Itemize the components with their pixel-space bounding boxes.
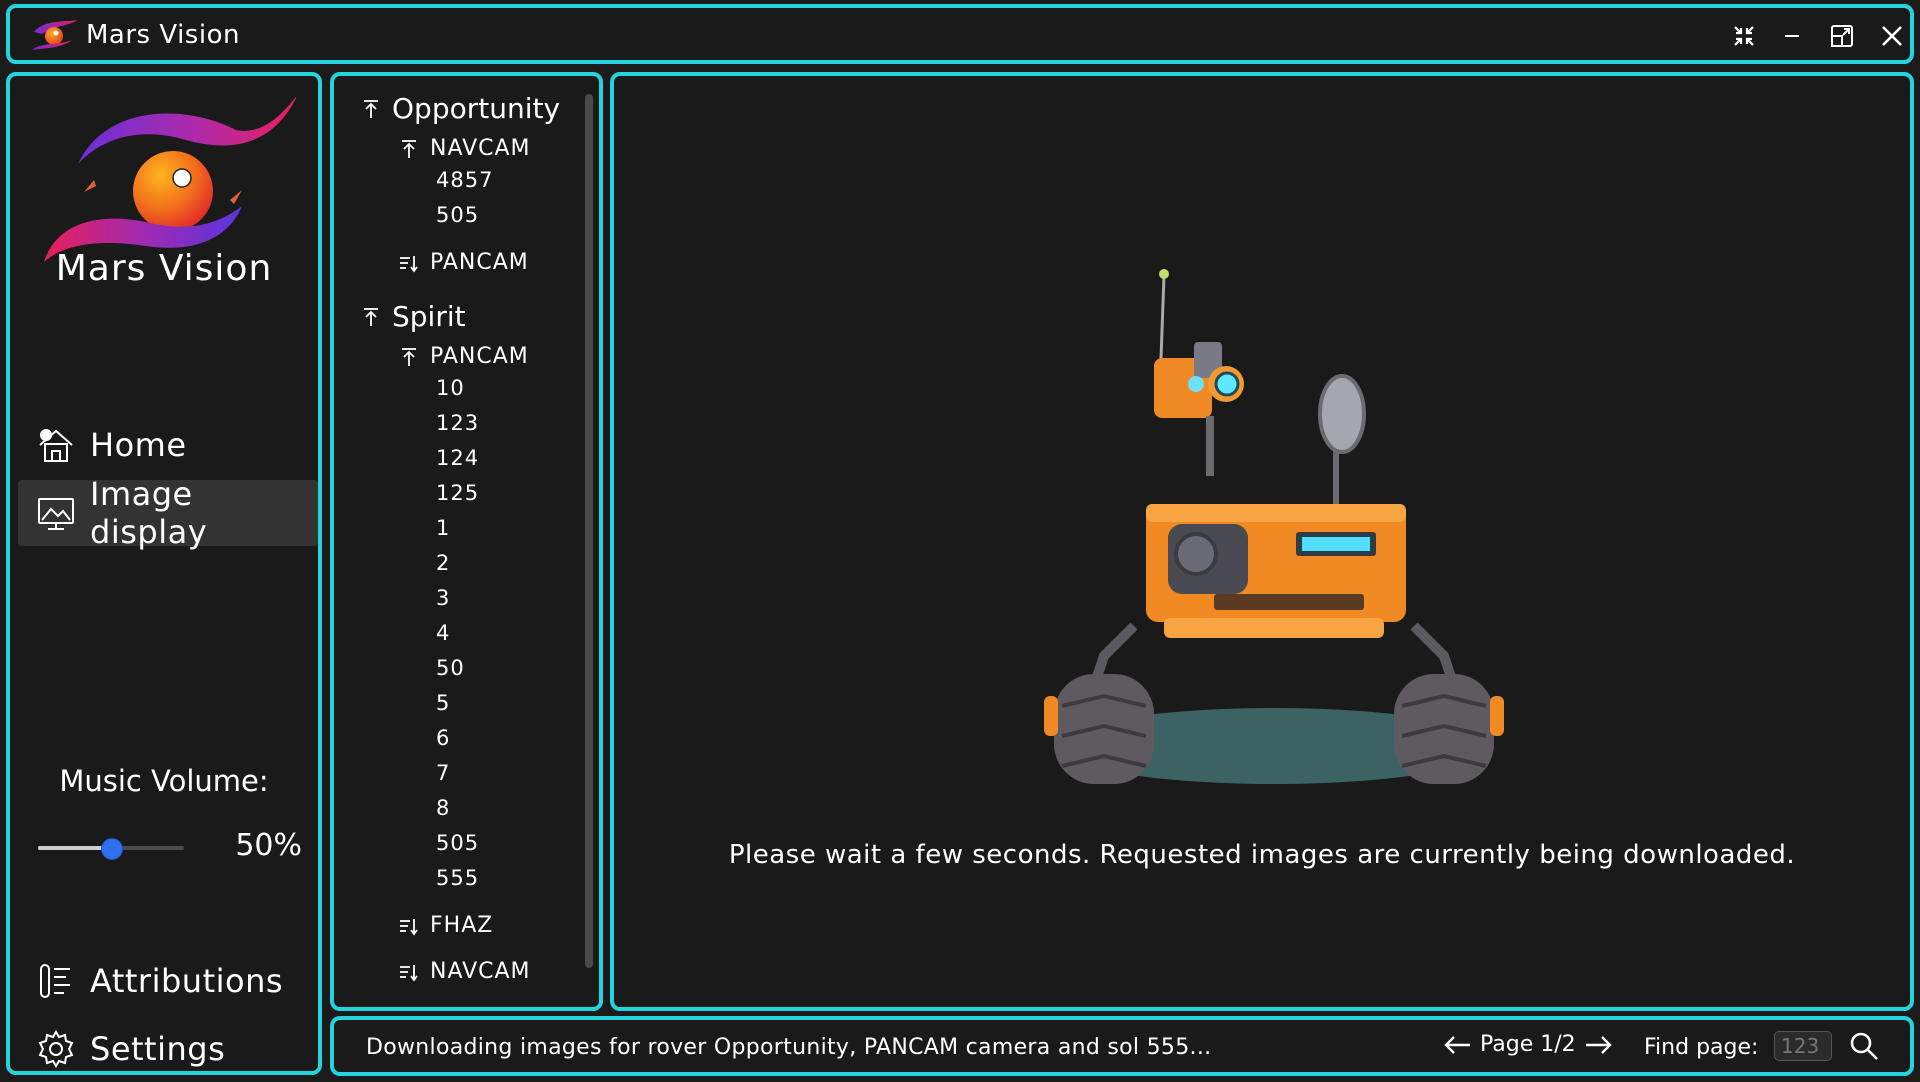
tree-camera-label: PANCAM xyxy=(430,250,529,275)
tree-scrollbar[interactable] xyxy=(585,94,593,968)
tree-camera-label: FHAZ xyxy=(430,913,494,938)
tree-list: Opportunity NAVCAM 4857 505 PANCAM Spirit PANC… xyxy=(334,76,584,1007)
compact-icon xyxy=(1734,26,1754,46)
tree-sol-item[interactable]: 3 xyxy=(436,586,450,610)
loading-message: Please wait a few seconds. Requested ima… xyxy=(728,840,1796,870)
nav-settings[interactable]: Settings xyxy=(18,1016,318,1082)
find-page-label: Find page: xyxy=(1644,1035,1759,1060)
find-page-input[interactable] xyxy=(1774,1031,1832,1061)
logo-title: Mars Vision xyxy=(55,248,273,289)
home-icon xyxy=(39,429,73,462)
mars-vision-logo xyxy=(44,96,296,262)
window-title: Mars Vision xyxy=(86,20,240,50)
tree-camera-label: PANCAM xyxy=(430,344,529,369)
tree-camera-navcam[interactable]: NAVCAM xyxy=(398,136,531,161)
nav-settings-label: Settings xyxy=(90,1030,226,1068)
volume-value: 50% xyxy=(235,828,302,863)
rover-tree: Opportunity NAVCAM 4857 505 PANCAM Spirit PANC… xyxy=(330,72,603,1011)
tree-sol-item[interactable]: 555 xyxy=(436,866,479,890)
minimize-icon xyxy=(1785,35,1799,37)
page-indicator: Page 1/2 xyxy=(1480,1032,1576,1057)
expand-list-icon xyxy=(400,255,418,272)
tree-rover-label: Opportunity xyxy=(392,92,561,125)
tree-sol-item[interactable]: 505 xyxy=(436,831,479,855)
attributions-icon xyxy=(40,964,70,998)
tree-rover-spirit[interactable]: Spirit xyxy=(360,300,466,333)
nav-image-display-label: Image display xyxy=(90,475,208,551)
close-icon xyxy=(1882,26,1902,46)
nav-image-display[interactable]: Image display xyxy=(18,475,318,551)
tree-sol-item[interactable]: 2 xyxy=(436,551,450,575)
tree-sol-item[interactable]: 7 xyxy=(436,761,450,785)
restore-button[interactable] xyxy=(1822,16,1862,56)
minimize-button[interactable] xyxy=(1772,16,1812,56)
tree-sol-item[interactable]: 4857 xyxy=(436,168,493,192)
tree-camera-navcam[interactable]: NAVCAM xyxy=(398,959,531,984)
collapse-arrow-icon xyxy=(402,347,416,366)
tree-sol-item[interactable]: 124 xyxy=(436,446,479,470)
image-display-icon xyxy=(38,498,74,530)
tree-rover-opportunity[interactable]: Opportunity xyxy=(360,92,560,125)
collapse-arrow-icon xyxy=(364,99,378,118)
volume-slider-handle[interactable] xyxy=(101,838,123,860)
pagination: Page 1/2 xyxy=(1442,1032,1614,1057)
compact-button[interactable] xyxy=(1724,16,1764,56)
status-bar: Downloading images for rover Opportunity… xyxy=(330,1016,1914,1076)
nav-attributions[interactable]: Attributions xyxy=(18,948,318,1014)
tree-sol-item[interactable]: 123 xyxy=(436,411,479,435)
restore-icon xyxy=(1831,25,1853,47)
tree-sol-item[interactable]: 50 xyxy=(436,656,465,680)
tree-sol-item[interactable]: 505 xyxy=(436,203,479,227)
tree-sol-item[interactable]: 10 xyxy=(436,376,465,400)
search-icon[interactable] xyxy=(1848,1030,1880,1062)
expand-list-icon xyxy=(400,964,418,981)
tree-camera-fhaz[interactable]: FHAZ xyxy=(398,913,493,938)
next-page-icon[interactable] xyxy=(1584,1033,1614,1057)
tree-sol-item[interactable]: 125 xyxy=(436,481,479,505)
tree-sol-item[interactable]: 6 xyxy=(436,726,450,750)
app-logo-icon xyxy=(32,20,78,50)
nav-home-label: Home xyxy=(90,426,187,464)
sidebar: Mars Vision Home Image display Music Vol… xyxy=(6,72,322,1075)
gear-icon xyxy=(38,1030,74,1068)
music-volume-label: Music Volume: xyxy=(59,764,269,798)
tree-sol-item[interactable]: 8 xyxy=(436,796,450,820)
tree-sol-item[interactable]: 4 xyxy=(436,621,450,645)
tree-camera-label: NAVCAM xyxy=(430,959,531,984)
tree-sol-item[interactable]: 5 xyxy=(436,691,450,715)
rover-illustration xyxy=(1044,269,1504,784)
tree-rover-label: Spirit xyxy=(392,300,466,333)
title-bar: Mars Vision xyxy=(6,4,1914,64)
nav-attributions-label: Attributions xyxy=(90,962,284,1000)
close-button[interactable] xyxy=(1872,16,1912,56)
image-display-area: Please wait a few seconds. Requested ima… xyxy=(610,72,1914,1011)
collapse-arrow-icon xyxy=(364,307,378,326)
collapse-arrow-icon xyxy=(402,139,416,158)
tree-sol-item[interactable]: 1 xyxy=(436,516,450,540)
expand-list-icon xyxy=(400,918,418,935)
prev-page-icon[interactable] xyxy=(1442,1033,1472,1057)
volume-slider[interactable] xyxy=(38,838,184,860)
nav-home[interactable]: Home xyxy=(18,412,318,478)
tree-camera-pancam[interactable]: PANCAM xyxy=(398,250,529,275)
tree-camera-pancam[interactable]: PANCAM xyxy=(398,344,529,369)
tree-camera-label: NAVCAM xyxy=(430,136,531,161)
status-text: Downloading images for rover Opportunity… xyxy=(366,1035,1212,1060)
